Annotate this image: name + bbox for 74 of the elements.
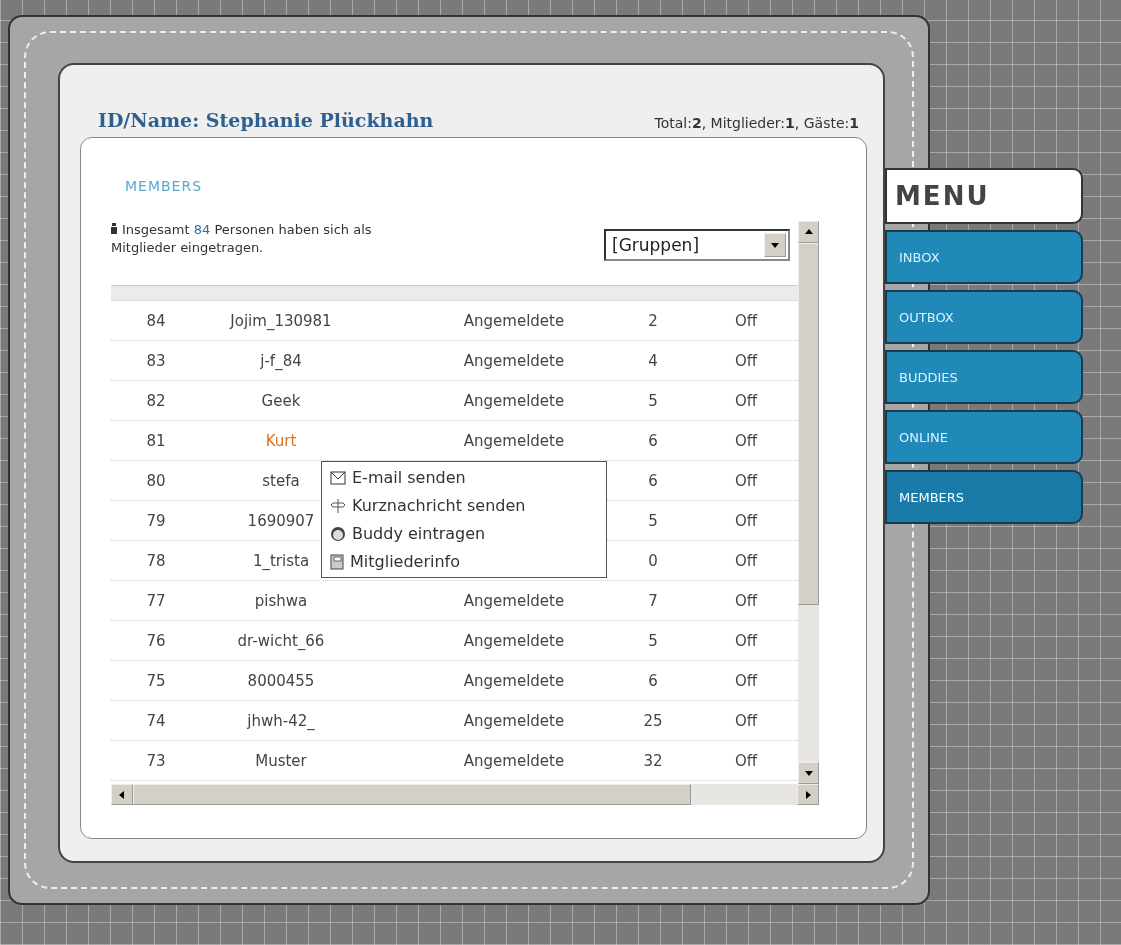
table-cell-text: Off xyxy=(733,671,759,690)
dropdown-arrow-icon xyxy=(770,240,780,250)
table-cell-text: 77 xyxy=(145,591,167,610)
table-cell-text: Angemeldete xyxy=(462,711,566,730)
table-cell-text: 5 xyxy=(647,391,659,410)
table-cell-text: 75 xyxy=(145,671,167,690)
table-cell-text: 0 xyxy=(647,551,659,570)
scroll-down-icon xyxy=(803,768,814,778)
table-cell-text: 32 xyxy=(642,751,664,770)
menu-item[interactable]: E-mail senden xyxy=(330,468,606,487)
scroll-left-icon xyxy=(117,789,127,800)
menu-item[interactable]: Kurznachricht senden xyxy=(330,496,606,515)
notebook-icon xyxy=(330,553,344,570)
table-cell-text: 76 xyxy=(145,631,167,650)
table-cell-text: Off xyxy=(733,591,759,610)
envelope-icon xyxy=(330,470,346,485)
member-name[interactable]: dr-wicht_66 xyxy=(201,631,361,650)
member-name[interactable]: Geek xyxy=(201,391,361,410)
table-cell-text: 7 xyxy=(647,591,659,610)
table-cell-text: Angemeldete xyxy=(462,351,566,370)
member-summary: Insgesamt 84 Personen haben sich als Mitglieder eingetragen. xyxy=(111,221,373,257)
table-cell-text: Off xyxy=(733,711,759,730)
table-cell-text: 74 xyxy=(145,711,167,730)
table-cell-text: Off xyxy=(733,551,759,570)
menu-item[interactable]: Mitgliederinfo xyxy=(330,552,606,571)
table-cell-text: 81 xyxy=(145,431,167,450)
table-cell-text: 6 xyxy=(647,431,659,450)
table-cell-text: 5 xyxy=(647,511,659,530)
menu-tab[interactable]: MEMBERS xyxy=(885,470,1083,524)
menu-title: MENU xyxy=(885,168,1083,224)
member-name[interactable]: Muster xyxy=(201,751,361,770)
table-cell-text: 25 xyxy=(642,711,664,730)
table-cell-text: Off xyxy=(733,751,759,770)
table-cell-text: Angemeldete xyxy=(462,631,566,650)
table-cell-text: 80 xyxy=(145,471,167,490)
table-cell-text: 6 xyxy=(647,471,659,490)
member-name[interactable]: pishwa xyxy=(201,591,361,610)
user-title: ID/Name: Stephanie Plückhahn xyxy=(98,109,434,131)
table-cell-text: Angemeldete xyxy=(462,751,566,770)
table-cell-text: Off xyxy=(733,311,759,330)
section-title: MEMBERS xyxy=(125,178,203,194)
table-cell-text: Off xyxy=(733,431,759,450)
table-cell-text: 4 xyxy=(647,351,659,370)
table-cell-text: Off xyxy=(733,511,759,530)
table-cell-text: Off xyxy=(733,351,759,370)
table-cell-text: 6 xyxy=(647,671,659,690)
table-cell-text: Angemeldete xyxy=(462,311,566,330)
member-name[interactable]: Jojim_130981 xyxy=(201,311,361,330)
table-cell-text: Off xyxy=(733,471,759,490)
group-select[interactable]: [Gruppen] xyxy=(604,229,790,261)
vertical-scrollbar[interactable] xyxy=(798,221,819,784)
visitor-stats: Total:2, Mitglieder:1, Gäste:1 xyxy=(654,115,859,131)
member-name[interactable]: jhwh-42_ xyxy=(201,711,361,730)
table-cell-text: Off xyxy=(733,631,759,650)
table-cell-text: 2 xyxy=(647,311,659,330)
horizontal-scrollbar[interactable] xyxy=(111,784,819,805)
scroll-right-icon xyxy=(803,789,813,800)
table-cell-text: 73 xyxy=(145,751,167,770)
table-cell-text: Angemeldete xyxy=(462,591,566,610)
table-cell-text: Off xyxy=(733,391,759,410)
table-cell-text: 82 xyxy=(145,391,167,410)
table-cell-text: 78 xyxy=(145,551,167,570)
table-cell-text: 84 xyxy=(145,311,167,330)
member-name[interactable]: j-f_84 xyxy=(201,351,361,370)
signpost-icon xyxy=(330,497,346,514)
member-name[interactable]: 8000455 xyxy=(201,671,361,690)
table-cell-text: Angemeldete xyxy=(462,431,566,450)
table-cell-text: 83 xyxy=(145,351,167,370)
table-cell-text: Angemeldete xyxy=(462,671,566,690)
table-cell-text: 79 xyxy=(145,511,167,530)
table-cell-text: Angemeldete xyxy=(462,391,566,410)
scroll-up-icon xyxy=(803,227,814,237)
menu-item[interactable]: Buddy eintragen xyxy=(330,524,606,543)
table-cell-text: 5 xyxy=(647,631,659,650)
